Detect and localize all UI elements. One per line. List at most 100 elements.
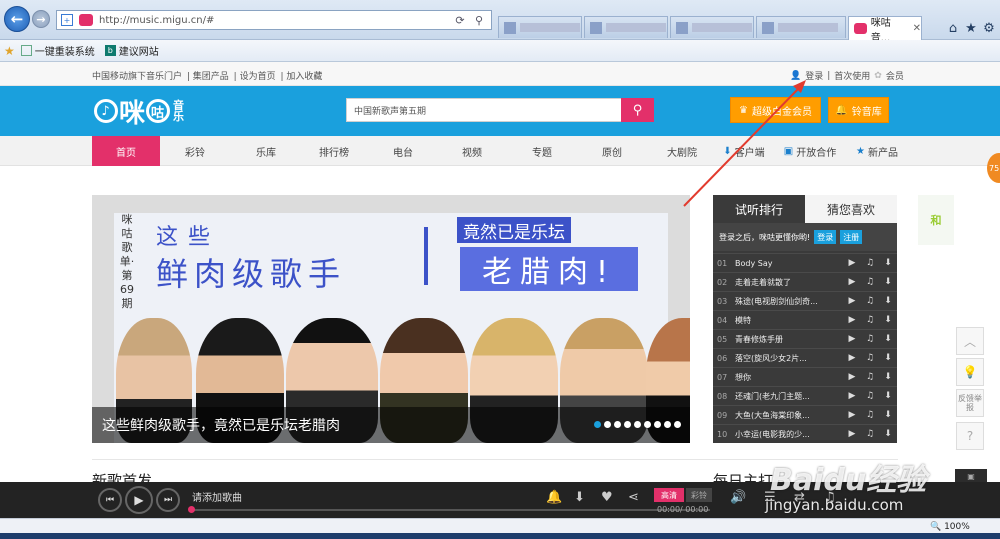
song-title[interactable]: 走着走着就散了 <box>735 277 843 288</box>
download-icon[interactable]: ⬇ <box>879 334 897 344</box>
song-row[interactable]: 08 还魂门(老九门主题... ▶ ♫ ⬇ <box>713 386 897 405</box>
nav-open-cooperation[interactable]: ▣ 开放合作 <box>780 136 840 166</box>
progress-knob[interactable] <box>188 506 195 513</box>
next-button[interactable]: ⏭ <box>156 488 180 512</box>
login-link[interactable]: 登录 <box>805 69 823 82</box>
favorite-item[interactable]: b 建议网站 <box>104 43 159 58</box>
pager-dot[interactable] <box>634 421 641 428</box>
ringtone-icon[interactable]: ♫ <box>861 334 879 344</box>
ringtone-icon[interactable]: ♫ <box>861 315 879 325</box>
nav-original[interactable]: 原创 <box>582 136 642 166</box>
ringtone-icon[interactable]: ♫ <box>861 391 879 401</box>
song-title[interactable]: 殊途(电视剧剑仙剑奇... <box>735 296 843 307</box>
close-tab-icon[interactable]: ✕ <box>913 23 921 34</box>
song-title[interactable]: 想你 <box>735 372 843 383</box>
play-icon[interactable]: ▶ <box>843 391 861 401</box>
pager-dot[interactable] <box>654 421 661 428</box>
play-icon[interactable]: ▶ <box>843 429 861 439</box>
search-button[interactable]: ⚲ <box>621 98 654 122</box>
song-row[interactable]: 09 大鱼(大鱼海棠印象... ▶ ♫ ⬇ <box>713 405 897 424</box>
song-row[interactable]: 07 想你 ▶ ♫ ⬇ <box>713 367 897 386</box>
previous-button[interactable]: ⏮ <box>98 488 122 512</box>
first-use-link[interactable]: 首次使用 <box>834 69 870 82</box>
browser-forward-button[interactable]: → <box>32 10 50 28</box>
migu-logo[interactable]: ♪ 咪咕音乐 <box>94 94 185 129</box>
nav-home[interactable]: 首页 <box>92 136 160 166</box>
favorites-star-icon[interactable]: ★ <box>963 20 979 36</box>
pager-dot[interactable] <box>594 421 601 428</box>
song-title[interactable]: 青春修炼手册 <box>735 334 843 345</box>
ringtone-icon[interactable]: ♫ <box>861 429 879 439</box>
download-icon[interactable]: ⬇ <box>879 258 897 268</box>
play-icon[interactable]: ▶ <box>843 372 861 382</box>
download-icon[interactable]: ⬇ <box>879 353 897 363</box>
download-icon[interactable]: ⬇ <box>879 315 897 325</box>
song-row[interactable]: 06 落空(旋风少女2片... ▶ ♫ ⬇ <box>713 348 897 367</box>
share-icon[interactable]: ⋖ <box>628 490 639 505</box>
ringtone-library-button[interactable]: 🔔 铃音库 <box>828 97 889 123</box>
song-row[interactable]: 05 青春修炼手册 ▶ ♫ ⬇ <box>713 329 897 348</box>
nav-radio[interactable]: 电台 <box>373 136 433 166</box>
report-button[interactable]: 反馈举报 <box>956 389 984 417</box>
download-icon[interactable]: ⬇ <box>574 490 585 505</box>
quality-ringback-button[interactable]: 彩铃 <box>686 488 712 502</box>
song-row[interactable]: 03 殊途(电视剧剑仙剑奇... ▶ ♫ ⬇ <box>713 291 897 310</box>
tab-trial-ranking[interactable]: 试听排行 <box>713 195 805 223</box>
song-title[interactable]: Body Say <box>735 259 843 268</box>
panel-login-button[interactable]: 登录 <box>814 230 837 244</box>
song-row[interactable]: 02 走着走着就散了 ▶ ♫ ⬇ <box>713 272 897 291</box>
search-icon[interactable]: ⚲ <box>472 13 486 27</box>
play-icon[interactable]: ▶ <box>843 258 861 268</box>
side-badge[interactable]: 75 <box>987 153 1000 183</box>
play-icon[interactable]: ▶ <box>843 296 861 306</box>
play-icon[interactable]: ▶ <box>843 353 861 363</box>
nav-video[interactable]: 视频 <box>442 136 502 166</box>
song-title[interactable]: 落空(旋风少女2片... <box>735 353 843 364</box>
pager-dot[interactable] <box>604 421 611 428</box>
download-icon[interactable]: ⬇ <box>879 429 897 439</box>
song-title[interactable]: 大鱼(大鱼海棠印象... <box>735 410 843 421</box>
download-icon[interactable]: ⬇ <box>879 277 897 287</box>
side-ad[interactable]: 和 <box>918 195 954 245</box>
top-link[interactable]: 设为首页 <box>240 72 276 82</box>
nav-library[interactable]: 乐库 <box>236 136 296 166</box>
browser-tab[interactable] <box>498 16 582 38</box>
nav-theater[interactable]: 大剧院 <box>652 136 712 166</box>
play-icon[interactable]: ▶ <box>843 277 861 287</box>
ringtone-icon[interactable]: ♫ <box>861 372 879 382</box>
song-row[interactable]: 01 Body Say ▶ ♫ ⬇ <box>713 253 897 272</box>
browser-tab[interactable] <box>670 16 754 38</box>
zoom-level[interactable]: 🔍 100% <box>930 522 970 532</box>
favorite-item[interactable]: 一键重装系统 <box>20 43 95 58</box>
ringtone-icon[interactable]: ♫ <box>861 258 879 268</box>
browser-tab-active[interactable]: 咪咕音... ✕ <box>848 16 922 44</box>
refresh-icon[interactable]: ⟳ <box>453 13 467 27</box>
help-button[interactable]: ? <box>956 422 984 450</box>
pager-dot[interactable] <box>624 421 631 428</box>
member-link[interactable]: 会员 <box>886 69 904 82</box>
scroll-top-button[interactable]: ︿ <box>956 327 984 355</box>
nav-topics[interactable]: 专题 <box>512 136 572 166</box>
tips-button[interactable]: 💡 <box>956 358 984 386</box>
address-bar[interactable]: + http://music.migu.cn/# ⟳ ⚲ <box>56 10 492 30</box>
song-row[interactable]: 04 模特 ▶ ♫ ⬇ <box>713 310 897 329</box>
home-icon[interactable]: ⌂ <box>945 20 961 36</box>
nav-new-products[interactable]: ★ 新产品 <box>851 136 903 166</box>
play-icon[interactable]: ▶ <box>843 315 861 325</box>
nav-client[interactable]: ⬇ 客户端 <box>716 136 772 166</box>
song-title[interactable]: 模特 <box>735 315 843 326</box>
top-link[interactable]: 中国移动旗下音乐门户 <box>92 72 182 82</box>
nav-charts[interactable]: 排行榜 <box>304 136 364 166</box>
nav-ringback[interactable]: 彩铃 <box>165 136 225 166</box>
pager-dot[interactable] <box>664 421 671 428</box>
gear-icon[interactable]: ⚙ <box>981 20 997 36</box>
browser-tab[interactable] <box>756 16 846 38</box>
tab-guess-you-like[interactable]: 猜您喜欢 <box>805 195 897 223</box>
top-link[interactable]: 加入收藏 <box>286 72 322 82</box>
song-title[interactable]: 还魂门(老九门主题... <box>735 391 843 402</box>
play-icon[interactable]: ▶ <box>843 410 861 420</box>
song-row[interactable]: 10 小幸运(电影我的少... ▶ ♫ ⬇ <box>713 424 897 443</box>
play-button[interactable]: ▶ <box>125 486 153 514</box>
player-lock-icon[interactable]: ▣ <box>955 469 987 483</box>
download-icon[interactable]: ⬇ <box>879 391 897 401</box>
